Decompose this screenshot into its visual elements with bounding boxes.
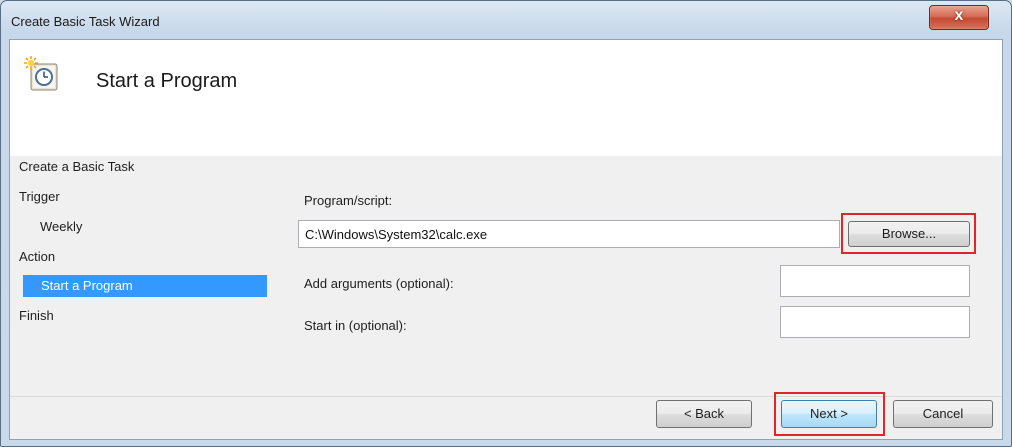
nav-item-action: Action (19, 249, 56, 264)
program-script-label: Program/script: (304, 193, 393, 208)
wizard-steps-nav: Create a Basic Task Trigger Weekly Actio… (10, 156, 272, 396)
next-highlight-box (774, 392, 885, 436)
start-in-input[interactable] (780, 306, 970, 338)
close-button[interactable]: x (929, 5, 989, 30)
nav-item-start-a-program: Start a Program (23, 275, 267, 297)
wizard-window: Create Basic Task Wizard x Start a Progr… (0, 0, 1012, 447)
start-in-label: Start in (optional): (304, 318, 407, 333)
nav-heading: Create a Basic Task (19, 159, 135, 174)
nav-item-trigger: Trigger (19, 189, 60, 204)
nav-item-finish: Finish (19, 308, 54, 323)
page-title: Start a Program (96, 70, 238, 92)
nav-item-weekly: Weekly (40, 219, 83, 234)
browse-highlight-box (841, 213, 976, 254)
add-arguments-label: Add arguments (optional): (304, 276, 454, 291)
window-title: Create Basic Task Wizard (11, 14, 160, 29)
add-arguments-input[interactable] (780, 265, 970, 297)
wizard-header: Start a Program (10, 40, 1002, 156)
program-script-input[interactable] (298, 220, 840, 248)
back-button[interactable]: < Back (656, 400, 752, 428)
title-bar[interactable]: Create Basic Task Wizard x (1, 1, 1011, 39)
close-icon: x (954, 7, 964, 24)
wizard-client-area: Start a Program Create a Basic Task Trig… (9, 39, 1003, 440)
cancel-button[interactable]: Cancel (893, 400, 993, 428)
task-clock-icon (24, 56, 60, 92)
